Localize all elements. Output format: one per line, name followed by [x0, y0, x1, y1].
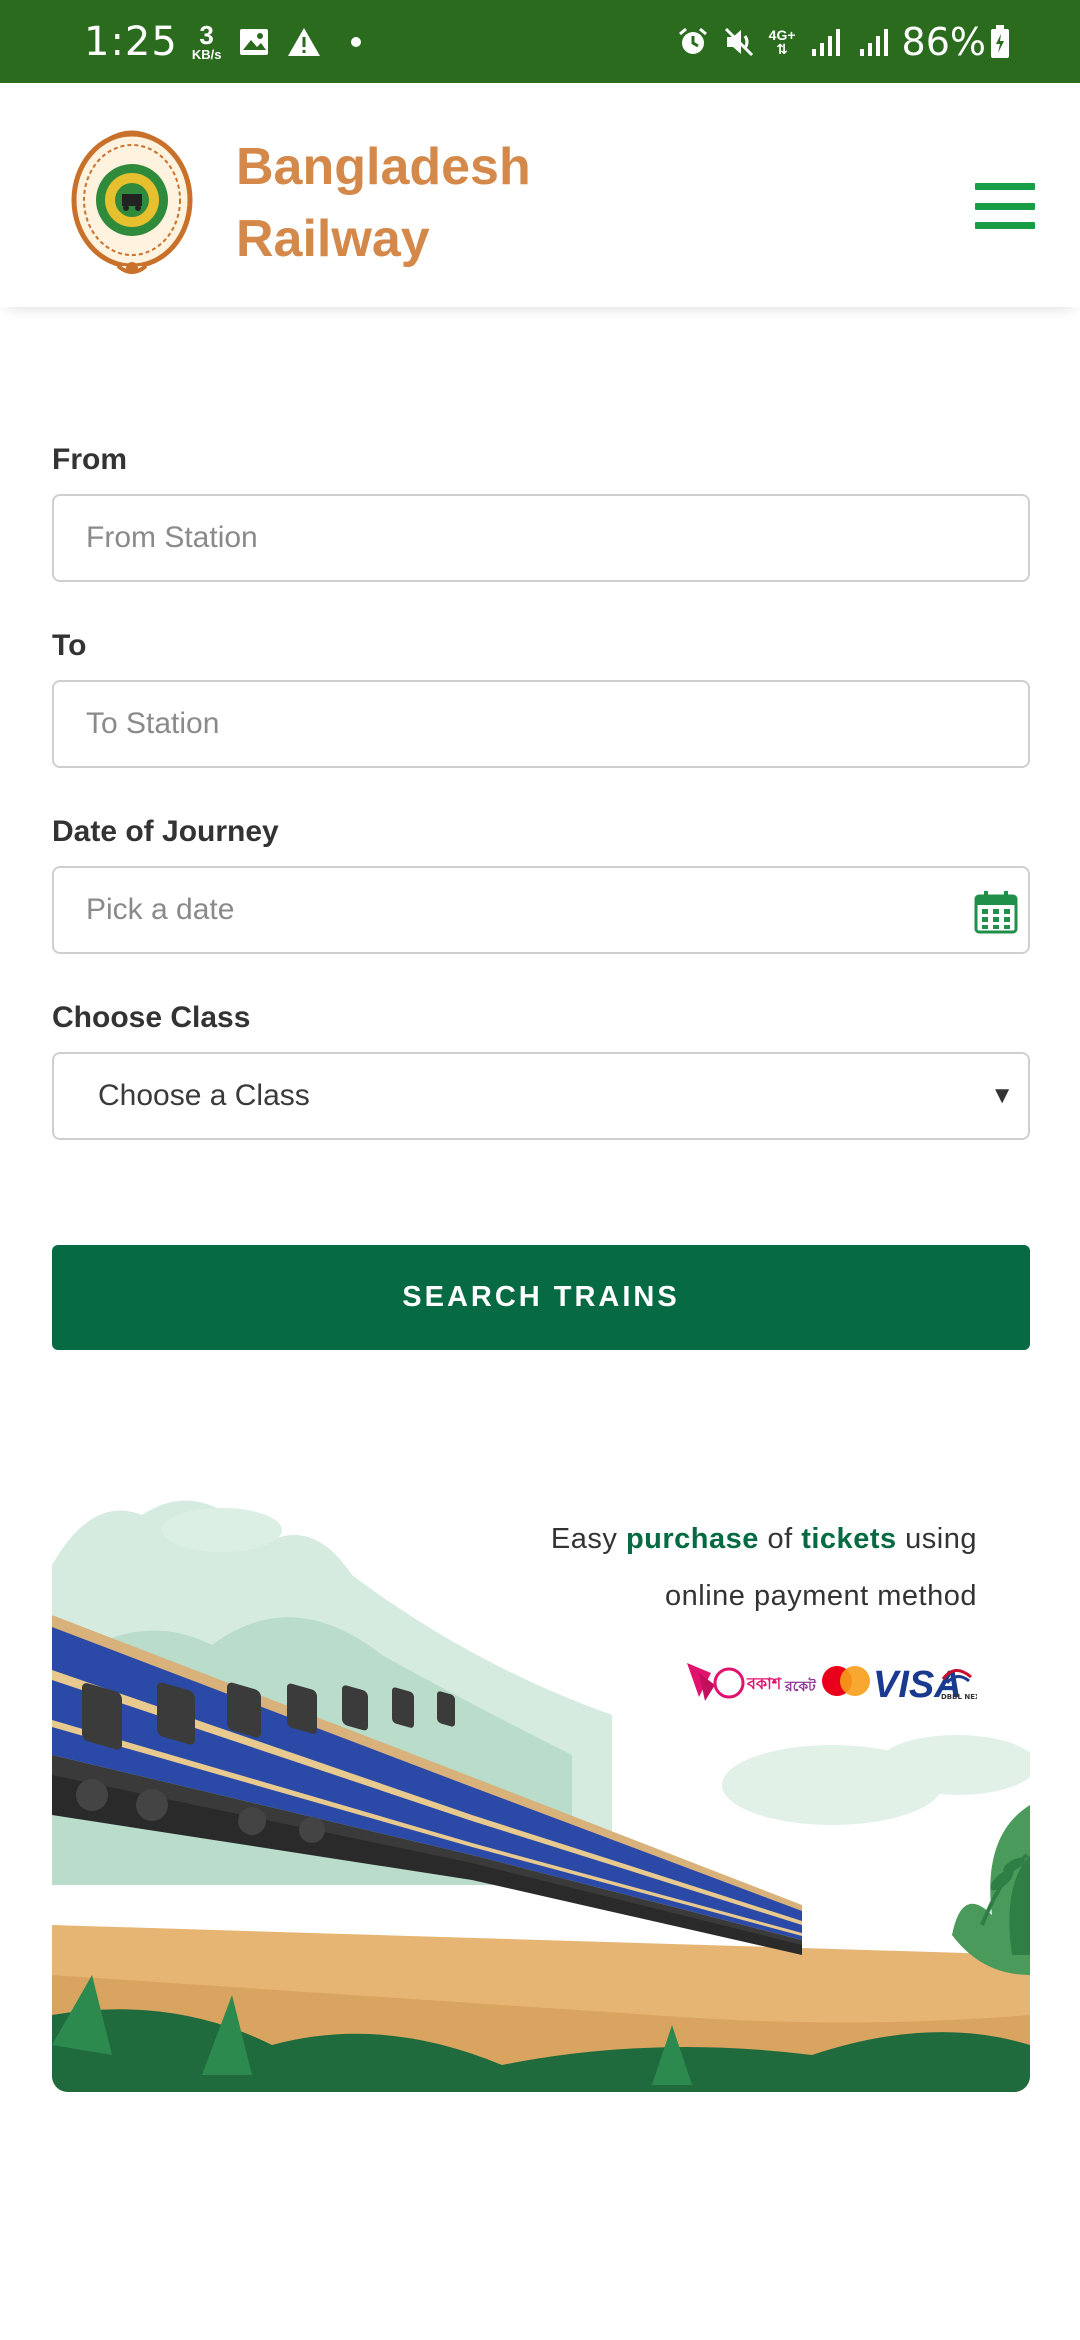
- bangladesh-railway-logo[interactable]: [70, 128, 194, 278]
- payment-logos: বকাশ রকেট VISA DBBL NEXUS: [685, 1655, 991, 1709]
- promo-banner: Easy purchase of tickets using online pa…: [52, 1455, 1030, 2092]
- notification-dot-icon: [351, 36, 362, 47]
- date-label: Date of Journey: [52, 815, 279, 848]
- signal-strength-icon: [810, 27, 844, 57]
- promo-text: Easy purchase of tickets using online pa…: [550, 1523, 977, 1612]
- rocket-logo-icon: রকেট: [784, 1677, 817, 1695]
- date-input[interactable]: [54, 868, 1028, 952]
- to-station-input[interactable]: [54, 682, 1028, 766]
- svg-text:DBBL NEXUS: DBBL NEXUS: [941, 1693, 977, 1701]
- svg-text:রকেট: রকেট: [784, 1677, 817, 1695]
- class-label: Choose Class: [52, 1001, 251, 1034]
- mastercard-logo-icon: [822, 1666, 870, 1696]
- battery-percentage: 86%: [901, 19, 986, 64]
- alarm-icon: [677, 26, 709, 58]
- search-form: From To Date of Journey: [52, 440, 1030, 1184]
- app-header: Bangladesh Railway: [0, 83, 1080, 307]
- calendar-icon[interactable]: [974, 890, 1018, 934]
- hamburger-menu-icon[interactable]: [975, 183, 1035, 229]
- image-icon: [239, 28, 269, 56]
- signal-strength-icon: [858, 27, 892, 57]
- from-field[interactable]: [52, 494, 1030, 582]
- to-label: To: [52, 629, 87, 662]
- search-trains-button[interactable]: SEARCH TRAINS: [52, 1245, 1030, 1350]
- to-field[interactable]: [52, 680, 1030, 768]
- network-speed: 3 KB/s: [191, 20, 222, 62]
- network-type: 4G+ ⇅: [768, 26, 796, 57]
- status-bar: 1:25 3 KB/s 4G+ ⇅ 86%: [0, 0, 1080, 83]
- bkash-logo-icon: বকাশ: [687, 1663, 782, 1701]
- svg-text:বকাশ: বকাশ: [746, 1674, 782, 1693]
- status-time: 1:25: [84, 18, 178, 65]
- chevron-down-icon: ▼: [990, 1082, 1014, 1109]
- class-select[interactable]: Choose a Class ▼: [52, 1052, 1030, 1140]
- class-select-value: Choose a Class: [98, 1079, 310, 1112]
- date-field[interactable]: [52, 866, 1030, 954]
- from-station-input[interactable]: [54, 496, 1028, 580]
- brand-title[interactable]: Bangladesh Railway: [236, 131, 636, 275]
- mute-icon: [723, 26, 755, 58]
- warning-icon: [287, 27, 321, 57]
- from-label: From: [52, 443, 127, 476]
- battery-charging-icon: [990, 24, 1010, 59]
